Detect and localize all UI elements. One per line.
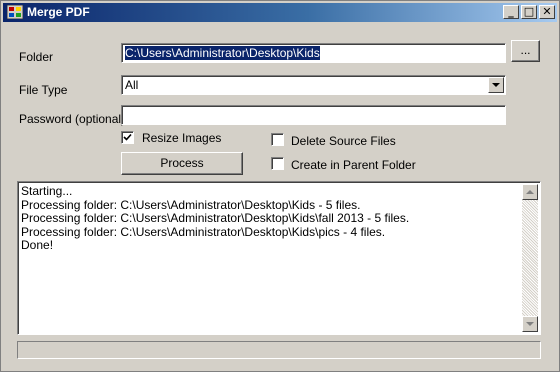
close-icon: ✕: [542, 5, 552, 18]
file-type-value: All: [125, 78, 139, 92]
delete-source-files-checkbox[interactable]: [271, 133, 284, 146]
log-line: Processing folder: C:\Users\Administrato…: [21, 197, 361, 212]
browse-button-label: ...: [520, 43, 531, 57]
log-line: Done!: [21, 238, 54, 252]
chevron-down-icon[interactable]: [488, 77, 504, 93]
scroll-down-icon[interactable]: [522, 316, 538, 332]
process-button[interactable]: Process: [121, 152, 243, 175]
merge-pdf-app-icon: [7, 5, 23, 19]
password-label: Password (optional): [19, 112, 126, 126]
folder-input[interactable]: C:\Users\Administrator\Desktop\Kids: [121, 43, 506, 63]
log-line: Processing folder: C:\Users\Administrato…: [21, 224, 386, 239]
maximize-icon: □: [523, 5, 535, 18]
folder-label: Folder: [19, 50, 54, 64]
close-button[interactable]: ✕: [539, 5, 555, 19]
log-scrollbar[interactable]: [522, 184, 538, 332]
resize-images-checkbox[interactable]: [121, 131, 134, 144]
window-title: Merge PDF: [27, 5, 90, 19]
log-line: Processing folder: C:\Users\Administrato…: [21, 211, 410, 225]
log-line: Starting...: [21, 184, 73, 198]
log-lines: Starting... Processing folder: C:\Users\…: [21, 184, 410, 253]
maximize-button[interactable]: □: [521, 5, 537, 19]
folder-input-value: C:\Users\Administrator\Desktop\Kids: [125, 46, 320, 60]
delete-source-files-label[interactable]: Delete Source Files: [291, 134, 396, 148]
merge-pdf-window: Merge PDF _ □ ✕ Folder C:\Users\Administ…: [0, 0, 560, 372]
browse-button[interactable]: ...: [511, 40, 540, 62]
process-button-label: Process: [160, 156, 204, 170]
minimize-button[interactable]: _: [503, 5, 519, 19]
scroll-up-icon[interactable]: [522, 184, 538, 200]
resize-images-label[interactable]: Resize Images: [142, 131, 221, 145]
log-output[interactable]: Starting... Processing folder: C:\Users\…: [17, 181, 541, 335]
file-type-select[interactable]: All: [121, 75, 506, 95]
file-type-label: File Type: [19, 83, 68, 97]
create-in-parent-folder-label[interactable]: Create in Parent Folder: [291, 158, 416, 172]
checkmark-icon: [123, 133, 132, 141]
minimize-icon: _: [508, 5, 514, 18]
create-in-parent-folder-checkbox[interactable]: [271, 157, 284, 170]
password-input[interactable]: [121, 105, 506, 125]
title-bar[interactable]: Merge PDF _ □ ✕: [3, 3, 557, 22]
progress-bar: [17, 341, 541, 359]
